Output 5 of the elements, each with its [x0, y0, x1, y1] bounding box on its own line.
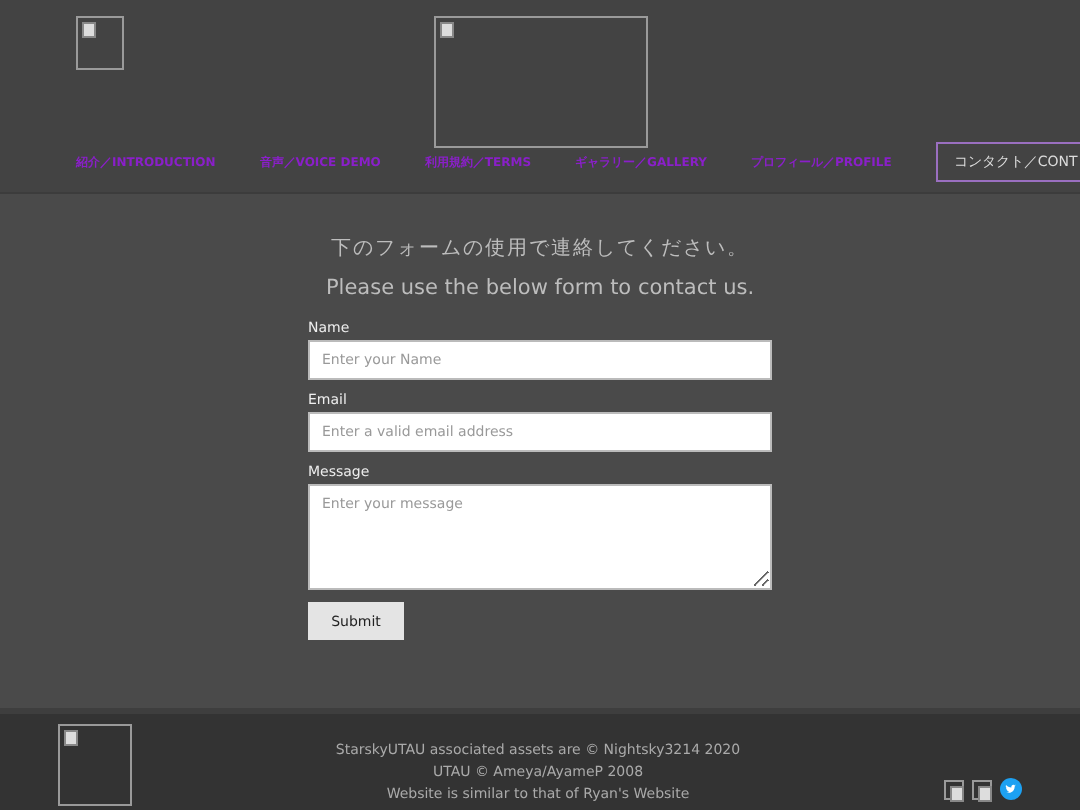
- footer-image: [58, 724, 132, 806]
- intro-japanese: 下のフォームの使用で連絡してください。: [331, 235, 749, 262]
- bird-icon[interactable]: [1000, 778, 1022, 800]
- intro-english: Please use the below form to contact us.: [325, 276, 755, 300]
- logo-image[interactable]: [76, 16, 124, 70]
